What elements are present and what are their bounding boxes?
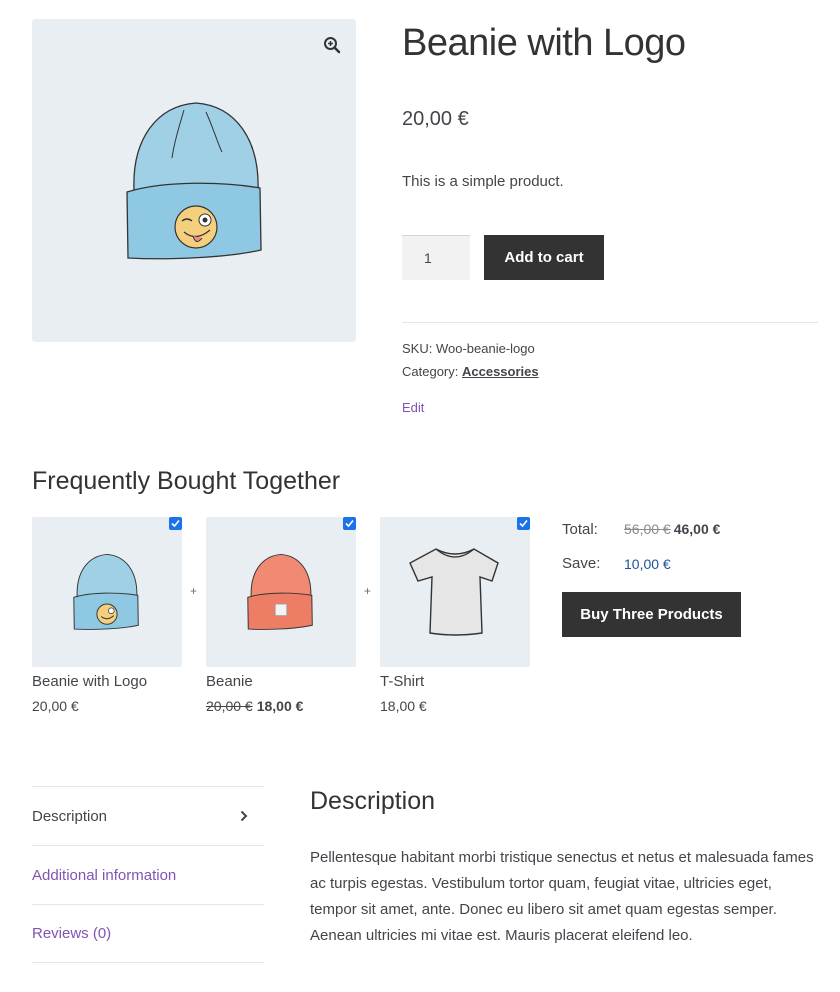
tab-label: Description [32, 807, 108, 825]
fbt-image[interactable] [380, 517, 530, 667]
plus-sign: + [190, 584, 198, 598]
product-sku: SKU: Woo-beanie-logo [402, 341, 535, 356]
tab-additional-information[interactable]: Additional information [32, 845, 264, 904]
product-category: Category: Accessories [402, 364, 539, 379]
product-price: 20,00 € [402, 108, 469, 130]
save-value: 10,00 € [624, 556, 671, 572]
tab-description[interactable]: Description [32, 786, 264, 845]
total-new-price: 46,00 € [673, 521, 721, 537]
plus-sign: + [364, 584, 372, 598]
checkbox-checked-icon[interactable] [343, 517, 356, 530]
product-title: Beanie with Logo [402, 22, 686, 64]
tab-label: Additional information [32, 866, 177, 884]
fbt-item-name[interactable]: T-Shirt [380, 673, 530, 690]
summary-divider [402, 322, 818, 323]
add-to-cart-button[interactable]: Add to cart [484, 235, 604, 280]
total-value: 56,00 €46,00 € [624, 521, 720, 537]
description-panel-text: Pellentesque habitant morbi tristique se… [310, 849, 814, 944]
beanie-with-logo-illustration [126, 102, 262, 260]
checkbox-checked-icon[interactable] [169, 517, 182, 530]
fbt-item-tshirt: T-Shirt 18,00 € [380, 517, 530, 714]
checkbox-checked-icon[interactable] [517, 517, 530, 530]
sale-price: 18,00 € [256, 698, 304, 714]
save-label: Save: [562, 555, 601, 572]
quantity-input[interactable] [402, 235, 470, 280]
tshirt-thumb [409, 548, 499, 636]
old-price: 20,00 € [206, 698, 253, 714]
buy-three-products-button[interactable]: Buy Three Products [562, 592, 741, 637]
category-label: Category: [402, 364, 459, 379]
fbt-item-price: 18,00 € [380, 698, 427, 714]
fbt-item-price: 20,00 € [32, 698, 79, 714]
sku-value: Woo-beanie-logo [435, 341, 535, 356]
zoom-icon[interactable] [320, 33, 344, 57]
fbt-item-name[interactable]: Beanie [206, 673, 356, 690]
beanie-thumb [247, 553, 313, 630]
product-image[interactable] [32, 19, 356, 342]
product-tabs: Description Additional information Revie… [32, 786, 264, 963]
tab-reviews[interactable]: Reviews (0) [32, 904, 264, 963]
fbt-title: Frequently Bought Together [32, 467, 341, 495]
tab-label: Reviews (0) [32, 925, 112, 942]
sku-label: SKU: [402, 341, 433, 356]
fbt-item-price: 20,00 €18,00 € [206, 698, 356, 714]
chevron-right-icon [240, 810, 248, 822]
beanie-with-logo-thumb [73, 553, 139, 630]
description-panel-title: Description [310, 787, 436, 815]
fbt-image[interactable] [32, 517, 182, 667]
category-link[interactable]: Accessories [462, 364, 539, 379]
fbt-item-beanie: Beanie 20,00 €18,00 € [206, 517, 356, 714]
short-description: This is a simple product. [402, 173, 564, 190]
total-label: Total: [562, 521, 598, 538]
edit-link[interactable]: Edit [402, 400, 424, 415]
fbt-item-name[interactable]: Beanie with Logo [32, 673, 182, 690]
total-old-price: 56,00 € [624, 521, 671, 537]
fbt-item-beanie-with-logo: Beanie with Logo 20,00 € [32, 517, 182, 714]
fbt-image[interactable] [206, 517, 356, 667]
